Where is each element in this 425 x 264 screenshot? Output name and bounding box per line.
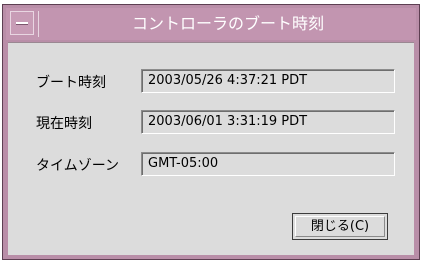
- window-menu-bar: [16, 22, 28, 24]
- boot-time-label: ブート時刻: [36, 75, 106, 91]
- close-button[interactable]: 閉じる(C): [292, 213, 388, 240]
- current-time-field: 2003/06/01 3:31:19 PDT: [141, 110, 395, 134]
- dialog-window: コントローラのブート時刻 ブート時刻 2003/05/26 4:37:21 PD…: [2, 4, 420, 260]
- window-menu-icon[interactable]: [10, 11, 34, 35]
- title-divider: [38, 11, 39, 37]
- close-button-label: 閉じる(C): [295, 216, 385, 237]
- current-time-label: 現在時刻: [36, 116, 92, 132]
- timezone-field: GMT-05:00: [141, 152, 395, 176]
- timezone-label: タイムゾーン: [36, 158, 120, 174]
- boot-time-field: 2003/05/26 4:37:21 PDT: [141, 69, 395, 93]
- window-title: コントローラのブート時刻: [131, 14, 324, 33]
- title-bar[interactable]: コントローラのブート時刻: [6, 8, 416, 40]
- dialog-body: ブート時刻 2003/05/26 4:37:21 PDT 現在時刻 2003/0…: [8, 42, 414, 255]
